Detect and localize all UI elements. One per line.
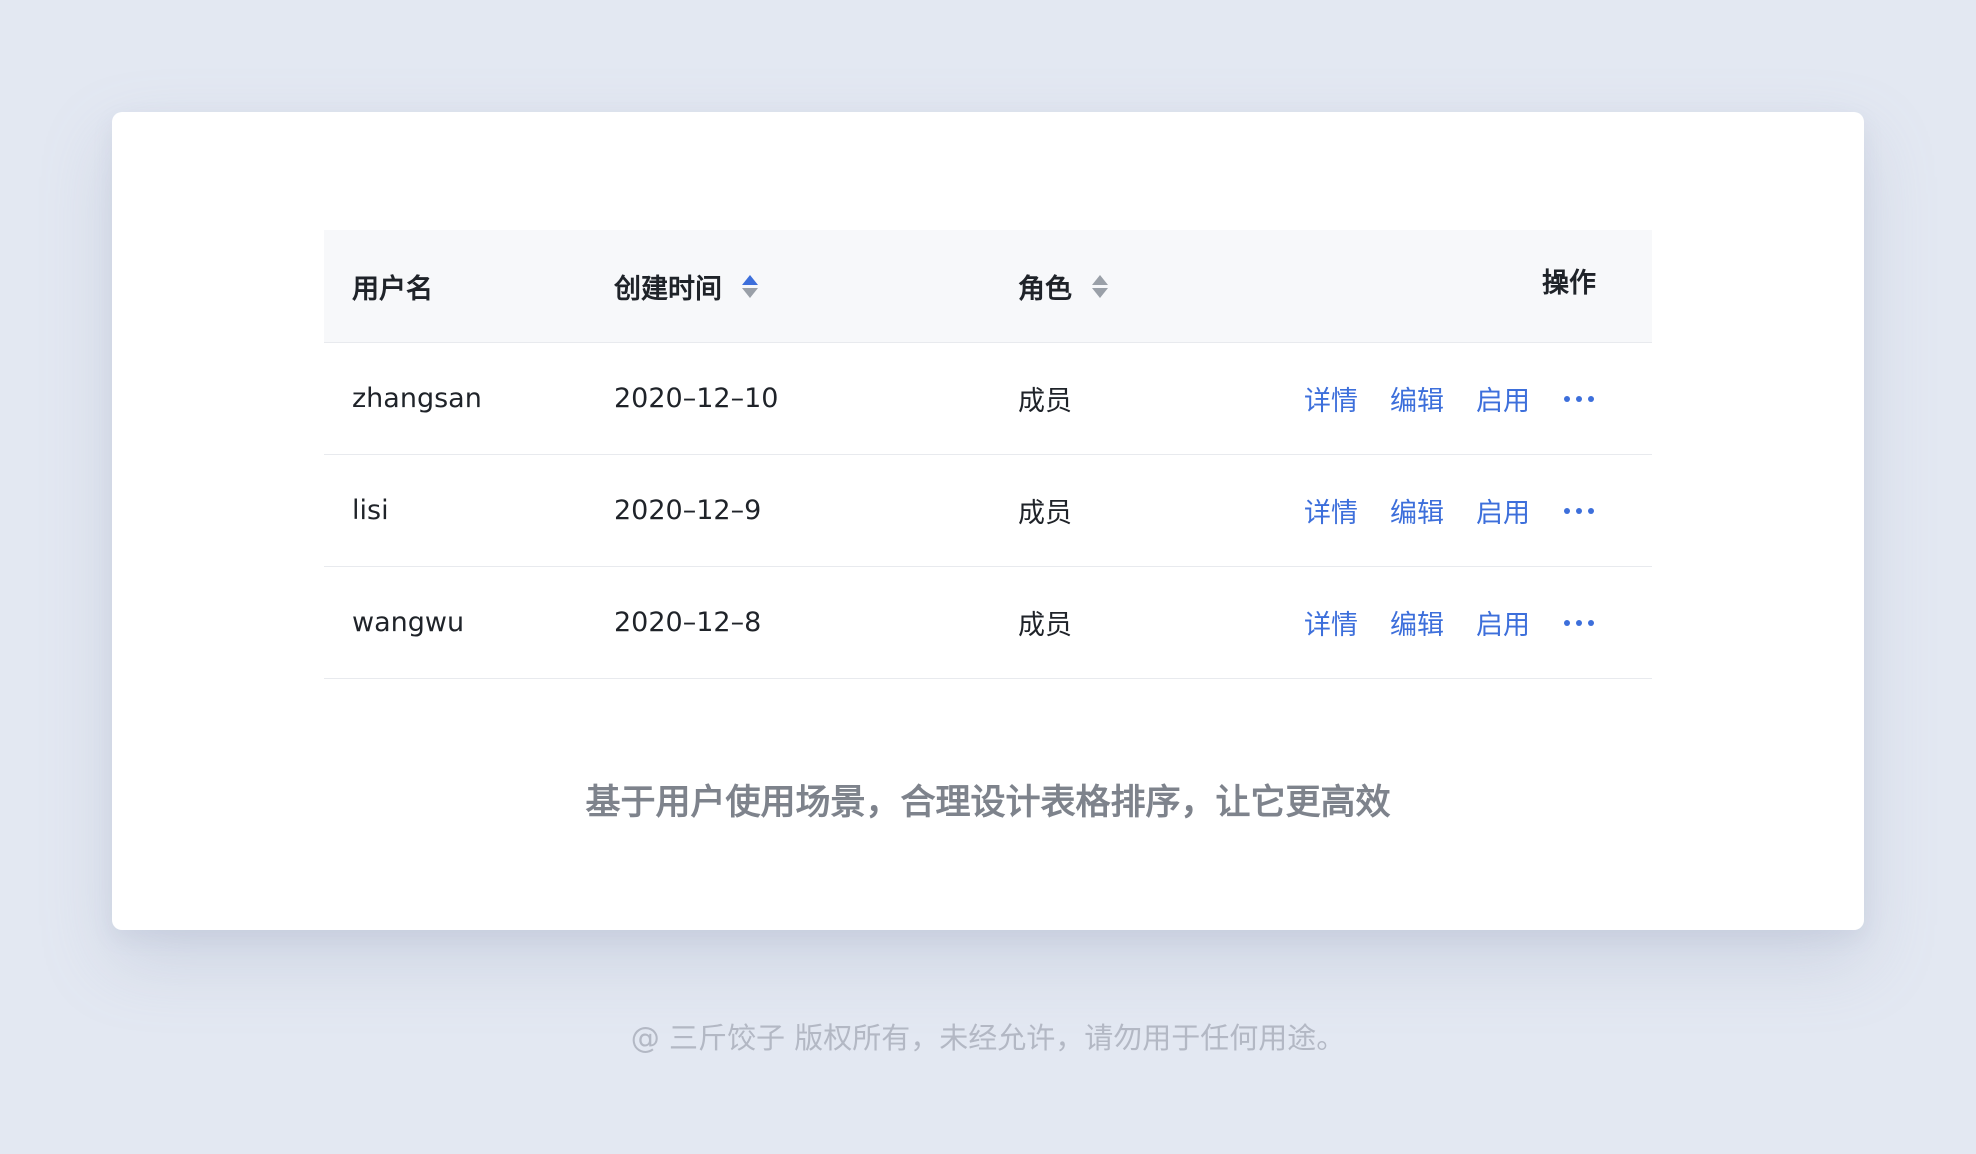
- header-actions: 操作: [1542, 224, 1596, 336]
- header-role-label: 角色: [1018, 273, 1072, 305]
- more-icon[interactable]: [1564, 619, 1594, 626]
- sort-ascending-icon[interactable]: [1092, 274, 1108, 285]
- copyright-notice: @ 三斤饺子 版权所有，未经允许，请勿用于任何用途。: [630, 1021, 1346, 1055]
- dot: [1588, 395, 1594, 402]
- edit-link[interactable]: 编辑: [1390, 491, 1444, 530]
- caption: 基于用户使用场景，合理设计表格排序，让它更高效: [585, 783, 1391, 823]
- edit-link[interactable]: 编辑: [1390, 603, 1444, 642]
- cell-actions: 详情 编辑 启用: [1304, 343, 1594, 454]
- cell-created-time: 2020–12–9: [614, 495, 762, 526]
- dot: [1564, 507, 1570, 514]
- more-icon[interactable]: [1564, 507, 1594, 514]
- dot: [1576, 619, 1582, 626]
- cell-actions: 详情 编辑 启用: [1304, 567, 1594, 678]
- cell-role: 成员: [1018, 610, 1072, 641]
- details-link[interactable]: 详情: [1304, 491, 1358, 530]
- table-header: 用户名 创建时间 角色 操作: [324, 230, 1652, 343]
- details-link[interactable]: 详情: [1304, 379, 1358, 418]
- header-username-label: 用户名: [352, 273, 433, 305]
- dot: [1564, 395, 1570, 402]
- header-created-time-label: 创建时间: [614, 273, 722, 305]
- cell-created-time: 2020–12–10: [614, 383, 779, 414]
- sort-descending-icon[interactable]: [1092, 287, 1108, 298]
- dot: [1588, 507, 1594, 514]
- header-created-time[interactable]: 创建时间: [614, 230, 758, 342]
- cell-username: wangwu: [352, 607, 465, 638]
- details-link[interactable]: 详情: [1304, 603, 1358, 642]
- header-actions-label: 操作: [1542, 267, 1596, 299]
- cell-username: zhangsan: [352, 383, 482, 414]
- cell-role: 成员: [1018, 498, 1072, 529]
- dot: [1576, 507, 1582, 514]
- sort-descending-icon[interactable]: [742, 287, 758, 298]
- edit-link[interactable]: 编辑: [1390, 379, 1444, 418]
- enable-link[interactable]: 启用: [1476, 379, 1530, 418]
- dot: [1588, 619, 1594, 626]
- dot: [1564, 619, 1570, 626]
- cell-role: 成员: [1018, 386, 1072, 417]
- table-row: lisi 2020–12–9 成员 详情 编辑 启用: [324, 455, 1652, 567]
- card: 用户名 创建时间 角色 操作 zhangsan 2020–12–10 成员 详情…: [112, 112, 1864, 930]
- header-role[interactable]: 角色: [1018, 230, 1108, 342]
- table-row: zhangsan 2020–12–10 成员 详情 编辑 启用: [324, 343, 1652, 455]
- enable-link[interactable]: 启用: [1476, 603, 1530, 642]
- sort-ascending-icon[interactable]: [742, 274, 758, 285]
- dot: [1576, 395, 1582, 402]
- sort-role-icon[interactable]: [1092, 274, 1108, 298]
- header-username: 用户名: [352, 230, 433, 342]
- more-icon[interactable]: [1564, 395, 1594, 402]
- user-table: 用户名 创建时间 角色 操作 zhangsan 2020–12–10 成员 详情…: [324, 230, 1652, 679]
- cell-actions: 详情 编辑 启用: [1304, 455, 1594, 566]
- cell-username: lisi: [352, 495, 389, 526]
- enable-link[interactable]: 启用: [1476, 491, 1530, 530]
- table-row: wangwu 2020–12–8 成员 详情 编辑 启用: [324, 567, 1652, 679]
- cell-created-time: 2020–12–8: [614, 607, 762, 638]
- sort-created-time-icon[interactable]: [742, 274, 758, 298]
